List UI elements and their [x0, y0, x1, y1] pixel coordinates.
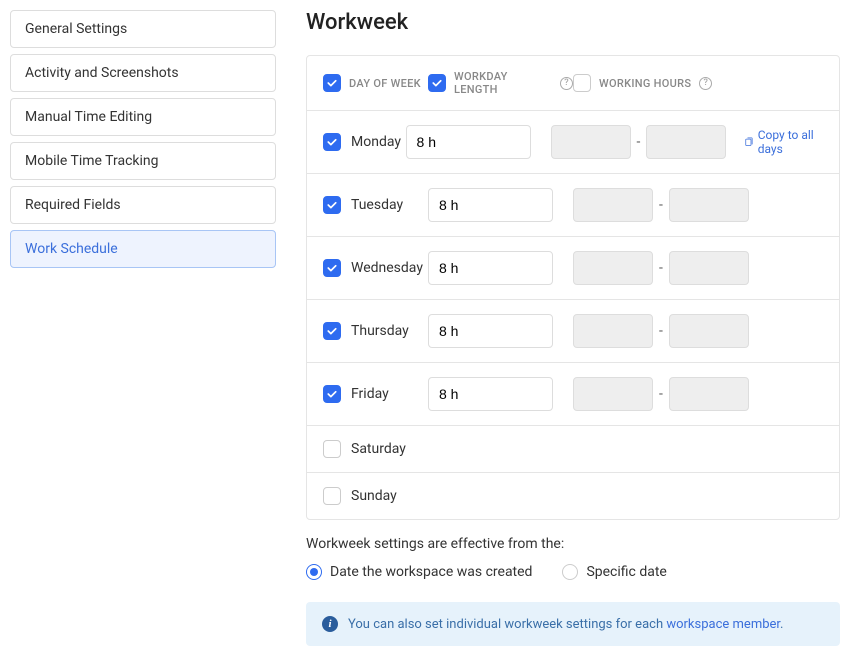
sidebar-item-general-settings[interactable]: General Settings [10, 10, 276, 48]
day-enabled-checkbox[interactable] [323, 440, 341, 458]
working-hours-cell: - [551, 125, 727, 159]
column-label: WORKING HOURS [599, 77, 691, 90]
day-row-wednesday: Wednesday - [307, 237, 839, 300]
workspace-member-link[interactable]: workspace member [666, 617, 780, 632]
time-range-separator: - [659, 323, 663, 339]
column-workday-length: WORKDAY LENGTH ? [428, 70, 573, 96]
sidebar-item-label: Manual Time Editing [25, 109, 152, 125]
effective-from-label: Workweek settings are effective from the… [306, 536, 840, 552]
column-working-hours: WORKING HOURS ? [573, 74, 753, 92]
info-icon: i [322, 616, 338, 632]
sidebar-item-label: Required Fields [25, 197, 121, 213]
sidebar-item-manual-time-editing[interactable]: Manual Time Editing [10, 98, 276, 136]
day-row-tuesday: Tuesday - [307, 174, 839, 237]
radio-button[interactable] [562, 564, 578, 580]
day-enabled-checkbox[interactable] [323, 322, 341, 340]
working-hours-start-input[interactable] [573, 377, 653, 411]
day-row-saturday: Saturday [307, 426, 839, 473]
day-name-cell: Sunday [323, 487, 428, 505]
day-name-cell: Tuesday [323, 196, 428, 214]
radio-label: Specific date [586, 564, 666, 580]
info-banner: i You can also set individual workweek s… [306, 602, 840, 646]
day-row-monday: Monday - Copy to all days [307, 111, 839, 174]
help-icon[interactable]: ? [560, 77, 573, 90]
day-row-thursday: Thursday - [307, 300, 839, 363]
sidebar-item-work-schedule[interactable]: Work Schedule [10, 230, 276, 268]
time-range-separator: - [637, 134, 641, 150]
working-hours-cell: - [573, 251, 749, 285]
workday-length-input[interactable] [428, 251, 553, 285]
day-enabled-checkbox[interactable] [323, 385, 341, 403]
sidebar-item-label: General Settings [25, 21, 127, 37]
help-icon[interactable]: ? [699, 77, 712, 90]
working-hours-start-input[interactable] [573, 188, 653, 222]
working-hours-start-input[interactable] [573, 251, 653, 285]
effective-from-radios: Date the workspace was created Specific d… [306, 564, 840, 580]
day-label: Tuesday [351, 197, 403, 213]
working-hours-checkbox[interactable] [573, 74, 591, 92]
day-label: Friday [351, 386, 389, 402]
radio-option[interactable]: Date the workspace was created [306, 564, 532, 580]
workday-length-input[interactable] [428, 314, 553, 348]
working-hours-cell: - [573, 188, 749, 222]
day-name-cell: Monday [323, 133, 406, 151]
day-label: Thursday [351, 323, 409, 339]
copy-icon [744, 136, 753, 148]
day-row-sunday: Sunday [307, 473, 839, 519]
day-row-friday: Friday - [307, 363, 839, 426]
time-range-separator: - [659, 386, 663, 402]
sidebar-item-label: Work Schedule [25, 241, 118, 257]
day-enabled-checkbox[interactable] [323, 133, 341, 151]
time-range-separator: - [659, 260, 663, 276]
day-label: Saturday [351, 441, 406, 457]
working-hours-end-input[interactable] [669, 188, 749, 222]
day-enabled-checkbox[interactable] [323, 259, 341, 277]
column-day-of-week: DAY OF WEEK [323, 74, 428, 92]
sidebar-item-required-fields[interactable]: Required Fields [10, 186, 276, 224]
table-header: DAY OF WEEK WORKDAY LENGTH ? WORKING HOU… [307, 56, 839, 111]
column-label: DAY OF WEEK [349, 77, 421, 90]
working-hours-end-input[interactable] [669, 377, 749, 411]
day-label: Sunday [351, 488, 397, 504]
workday-length-input[interactable] [406, 125, 531, 159]
working-hours-cell: - [573, 314, 749, 348]
day-enabled-checkbox[interactable] [323, 196, 341, 214]
day-label: Monday [351, 134, 401, 150]
radio-label: Date the workspace was created [330, 564, 532, 580]
working-hours-start-input[interactable] [573, 314, 653, 348]
workday-length-input[interactable] [428, 188, 553, 222]
working-hours-start-input[interactable] [551, 125, 631, 159]
main-content: Workweek DAY OF WEEK WORKDAY LENGTH ? WO… [306, 10, 840, 646]
day-name-cell: Saturday [323, 440, 428, 458]
time-range-separator: - [659, 197, 663, 213]
workday-length-checkbox[interactable] [428, 74, 446, 92]
day-of-week-checkbox[interactable] [323, 74, 341, 92]
sidebar-item-label: Activity and Screenshots [25, 65, 179, 81]
working-hours-end-input[interactable] [669, 314, 749, 348]
sidebar-item-mobile-time-tracking[interactable]: Mobile Time Tracking [10, 142, 276, 180]
radio-button[interactable] [306, 564, 322, 580]
working-hours-end-input[interactable] [646, 125, 726, 159]
working-hours-cell: - [573, 377, 749, 411]
workweek-table: DAY OF WEEK WORKDAY LENGTH ? WORKING HOU… [306, 55, 840, 520]
day-name-cell: Friday [323, 385, 428, 403]
info-text: You can also set individual workweek set… [348, 617, 783, 632]
workday-length-input[interactable] [428, 377, 553, 411]
day-name-cell: Wednesday [323, 259, 428, 277]
page-title: Workweek [306, 10, 840, 35]
day-name-cell: Thursday [323, 322, 428, 340]
day-label: Wednesday [351, 260, 423, 276]
sidebar-item-label: Mobile Time Tracking [25, 153, 159, 169]
settings-sidebar: General Settings Activity and Screenshots… [10, 10, 276, 646]
radio-option[interactable]: Specific date [562, 564, 666, 580]
day-enabled-checkbox[interactable] [323, 487, 341, 505]
column-label: WORKDAY LENGTH [454, 70, 552, 96]
working-hours-end-input[interactable] [669, 251, 749, 285]
sidebar-item-activity-and-screenshots[interactable]: Activity and Screenshots [10, 54, 276, 92]
copy-to-all-days-link[interactable]: Copy to all days [744, 128, 823, 156]
